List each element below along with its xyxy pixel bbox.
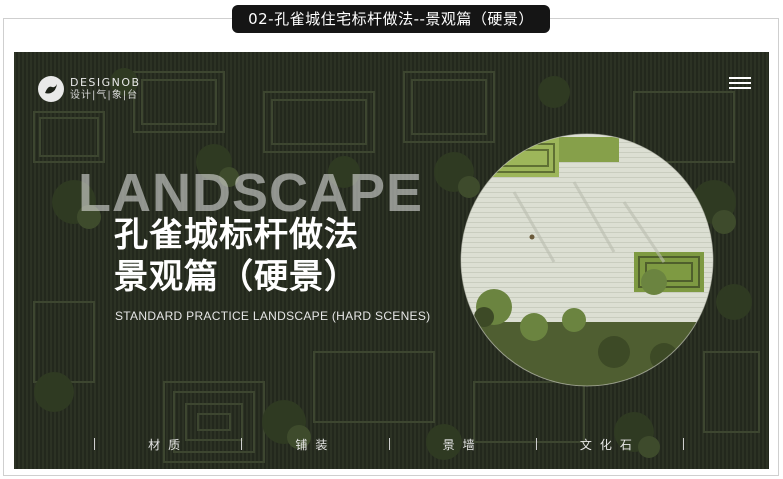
nav-item-material[interactable]: 材质 xyxy=(95,436,241,453)
logo-name: DESIGNOB xyxy=(70,76,141,89)
nav-item-culture-stone[interactable]: 文化石 xyxy=(537,436,683,453)
banner-title: 孔雀城标杆做法 景观篇（硬景） xyxy=(114,214,359,298)
brand-logo[interactable]: DESIGNOB 设计|气|象|台 xyxy=(38,76,141,102)
designob-logo-icon xyxy=(38,76,64,102)
nav-item-paving[interactable]: 铺装 xyxy=(242,436,388,453)
section-caption: 02-孔雀城住宅标杆做法--景观篇（硬景） xyxy=(232,5,550,33)
hero-banner: DESIGNOB 设计|气|象|台 LANDSCAPE 孔雀城标杆做法 景观篇（… xyxy=(14,52,769,469)
title-line-1: 孔雀城标杆做法 xyxy=(114,215,359,255)
logo-subtitle: 设计|气|象|台 xyxy=(70,90,139,101)
nav-divider xyxy=(683,438,684,450)
category-nav: 材质 铺装 景墙 文化石 xyxy=(94,434,684,454)
banner-subtitle: STANDARD PRACTICE LANDSCAPE (HARD SCENES… xyxy=(115,309,431,323)
hamburger-menu-icon[interactable] xyxy=(729,74,751,92)
title-line-2: 景观篇（硬景） xyxy=(114,257,359,297)
nav-item-feature-wall[interactable]: 景墙 xyxy=(390,436,536,453)
